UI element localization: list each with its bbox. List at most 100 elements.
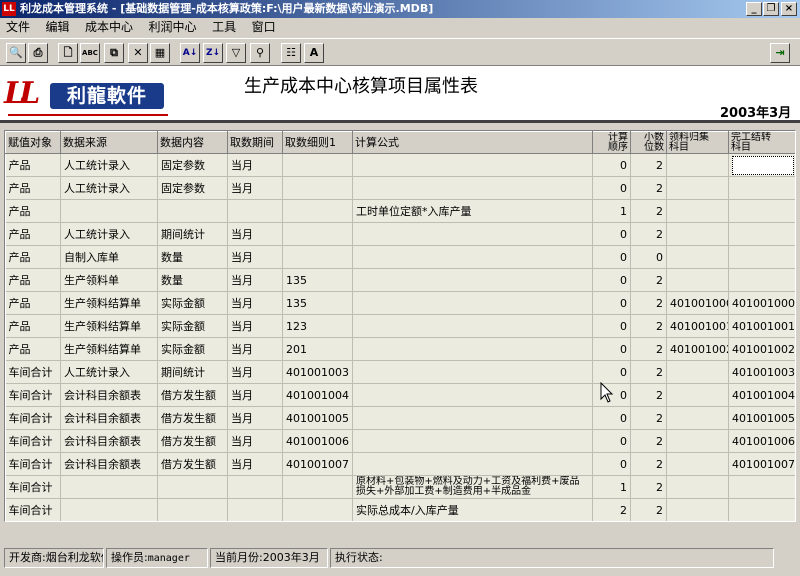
sort-asc-icon[interactable]: A↓ [180,43,200,63]
table-row[interactable]: 产品 自制入库单 数量 当月 0 0 [5,245,795,269]
col-header[interactable]: 小数 位数 [630,131,667,154]
cell-formula[interactable] [352,268,593,292]
cell-decimals[interactable]: 2 [630,475,667,499]
col-header[interactable]: 领料归集 科目 [666,131,729,154]
cell-source[interactable]: 会计科目余额表 [60,383,158,407]
cell-formula[interactable] [352,222,593,246]
cell-rule[interactable] [282,475,353,499]
find-icon[interactable]: ⚲ [250,43,270,63]
sort-desc-icon[interactable]: Z↓ [203,43,223,63]
cell-completion-account[interactable] [728,222,795,246]
cell-source[interactable]: 人工统计录入 [60,360,158,384]
close-button[interactable]: × [781,2,797,16]
cell-material-account[interactable] [666,176,729,200]
cell-target[interactable]: 产品 [5,291,61,315]
cell-decimals[interactable]: 2 [630,199,667,223]
cell-target[interactable]: 车间合计 [5,429,61,453]
cell-target[interactable]: 车间合计 [5,498,61,521]
table-row[interactable]: 车间合计 会计科目余额表 借方发生额 当月 401001005 0 2 401001005 [5,406,795,430]
cell-source[interactable]: 生产领料结算单 [60,337,158,361]
cell-rule[interactable]: 401001007 [282,452,353,476]
cell-rule[interactable] [282,498,353,521]
cell-source[interactable]: 生产领料结算单 [60,291,158,315]
cell-completion-account[interactable] [728,498,795,521]
cell-target[interactable]: 车间合计 [5,360,61,384]
font-icon[interactable]: A [304,43,324,63]
cell-content[interactable]: 借方发生额 [157,429,228,453]
print-icon[interactable]: ⎙ [28,43,48,63]
cell-completion-account[interactable]: 401001005 [728,406,795,430]
cell-decimals[interactable]: 2 [630,153,667,177]
cell-completion-account[interactable]: 401001001 [728,314,795,338]
cell-decimals[interactable]: 2 [630,222,667,246]
menu-profit-center[interactable]: 利润中心 [143,18,203,37]
cell-target[interactable]: 车间合计 [5,406,61,430]
cell-material-account[interactable] [666,360,729,384]
cell-material-account[interactable] [666,199,729,223]
cell-period[interactable]: 当月 [227,268,283,292]
exit-icon[interactable]: ⇥ [770,43,790,63]
cell-target[interactable]: 产品 [5,268,61,292]
cell-calc-order[interactable]: 0 [592,268,631,292]
cell-completion-account[interactable] [728,268,795,292]
cell-source[interactable]: 会计科目余额表 [60,429,158,453]
table-row[interactable]: 产品 生产领料单 数量 当月 135 0 2 [5,268,795,292]
cell-source[interactable]: 自制入库单 [60,245,158,269]
cell-calc-order[interactable]: 0 [592,245,631,269]
cell-content[interactable]: 实际金额 [157,337,228,361]
cell-calc-order[interactable]: 0 [592,222,631,246]
cell-content[interactable]: 固定参数 [157,153,228,177]
cell-target[interactable]: 车间合计 [5,475,61,499]
cell-target[interactable]: 产品 [5,337,61,361]
cell-period[interactable] [227,199,283,223]
cell-period[interactable]: 当月 [227,291,283,315]
cell-formula[interactable] [352,291,593,315]
cell-calc-order[interactable]: 0 [592,360,631,384]
cell-target[interactable]: 产品 [5,176,61,200]
cell-calc-order[interactable]: 1 [592,199,631,223]
cell-rule[interactable]: 401001005 [282,406,353,430]
cell-calc-order[interactable]: 0 [592,429,631,453]
cell-completion-account[interactable] [728,153,795,177]
delete-icon[interactable]: ✕ [128,43,148,63]
cell-period[interactable] [227,475,283,499]
cell-content[interactable] [157,475,228,499]
cell-calc-order[interactable]: 0 [592,153,631,177]
cell-target[interactable]: 车间合计 [5,452,61,476]
table-row[interactable]: 车间合计 原材料+包装物+燃料及动力+工资及福利费+废品损失+外部加工费+制造费用… [5,475,795,499]
cell-rule[interactable]: 123 [282,314,353,338]
cell-source[interactable]: 人工统计录入 [60,153,158,177]
cell-source[interactable]: 生产领料结算单 [60,314,158,338]
cell-formula[interactable] [352,406,593,430]
cell-period[interactable]: 当月 [227,429,283,453]
cell-formula[interactable] [352,153,593,177]
table-row[interactable]: 产品 人工统计录入 期间统计 当月 0 2 [5,222,795,246]
filter-icon[interactable]: ▽ [226,43,246,63]
cell-decimals[interactable]: 2 [630,383,667,407]
cell-content[interactable]: 数量 [157,245,228,269]
cell-formula[interactable]: 实际总成本/入库产量 [352,498,593,521]
cell-rule[interactable]: 401001004 [282,383,353,407]
cell-decimals[interactable]: 2 [630,498,667,521]
cell-rule[interactable] [282,153,353,177]
cell-content[interactable]: 借方发生额 [157,383,228,407]
cell-rule[interactable] [282,222,353,246]
cell-material-account[interactable] [666,406,729,430]
column-icon[interactable]: ☷ [281,43,301,63]
cell-source[interactable] [60,498,158,521]
cell-calc-order[interactable]: 0 [592,176,631,200]
col-header[interactable]: 数据内容 [157,131,228,154]
cell-source[interactable]: 会计科目余额表 [60,452,158,476]
cell-material-account[interactable] [666,222,729,246]
restore-button[interactable]: ❐ [763,2,779,16]
cell-decimals[interactable]: 0 [630,245,667,269]
cell-completion-account[interactable]: 401001003 [728,360,795,384]
table-row[interactable]: 产品 工时单位定额*入库产量 1 2 [5,199,795,223]
cell-content[interactable]: 期间统计 [157,360,228,384]
cell-calc-order[interactable]: 0 [592,452,631,476]
col-header[interactable]: 取数期间 [227,131,283,154]
cell-target[interactable]: 产品 [5,153,61,177]
cell-completion-account[interactable] [728,176,795,200]
menu-cost-center[interactable]: 成本中心 [79,18,139,37]
cell-content[interactable] [157,199,228,223]
